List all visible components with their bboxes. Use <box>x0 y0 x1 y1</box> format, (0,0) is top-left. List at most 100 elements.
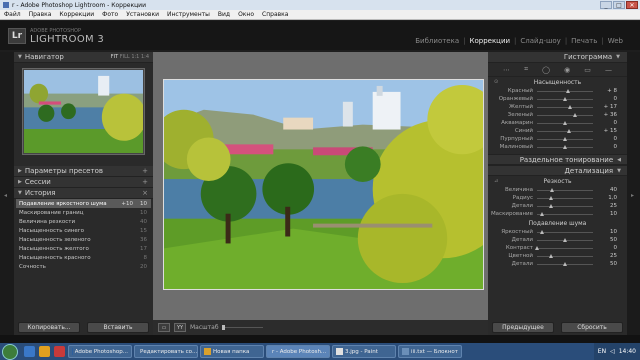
slider-value[interactable]: 0 <box>614 120 618 126</box>
previous-button[interactable]: Предыдущее <box>492 322 554 333</box>
slider-row[interactable]: Синий + 15 <box>488 127 627 135</box>
slider-row[interactable]: Контраст 0 <box>488 244 627 252</box>
slider-knob[interactable] <box>562 136 567 141</box>
slider-row[interactable]: Детали 25 <box>488 202 627 210</box>
module-web[interactable]: Web <box>605 37 626 45</box>
history-item[interactable]: Насыщенность красного 8 <box>16 253 151 262</box>
menu-edit[interactable]: Правка <box>25 11 56 18</box>
taskbar-task[interactable]: 3.jpg - Paint <box>332 345 396 358</box>
right-panel-edge[interactable]: ▸ <box>627 52 640 335</box>
slider-track[interactable] <box>537 237 593 242</box>
presets-header[interactable]: ▶ Параметры пресетов + <box>14 166 153 177</box>
close-button[interactable]: ✕ <box>626 1 638 9</box>
slider-row[interactable]: Маскирование 10 <box>488 210 627 218</box>
slider-knob[interactable] <box>562 144 567 149</box>
history-item[interactable]: Сочность 20 <box>16 262 151 271</box>
slider-row[interactable]: Цветной 25 <box>488 252 627 260</box>
slider-value[interactable]: 50 <box>610 237 617 243</box>
slider-track[interactable] <box>537 128 593 133</box>
menu-photo[interactable]: Фото <box>98 11 122 18</box>
slider-track[interactable] <box>534 245 593 250</box>
minimize-button[interactable]: _ <box>600 1 612 9</box>
slider-row[interactable]: Оранжевый 0 <box>488 95 627 103</box>
slider-value[interactable]: 0 <box>614 96 618 102</box>
collapse-right-icon[interactable]: ▸ <box>631 192 634 199</box>
slider-knob[interactable] <box>549 187 554 192</box>
slider-knob[interactable] <box>572 112 577 117</box>
reset-button[interactable]: Сбросить <box>561 322 623 333</box>
spot-removal-icon[interactable]: ◯ <box>542 66 550 74</box>
slider-knob[interactable] <box>562 120 567 125</box>
navigator-header[interactable]: ▼ Навигатор FIT FILL 1:1 1:4 <box>14 52 153 63</box>
media-icon[interactable] <box>54 346 65 357</box>
zoom-fit[interactable]: FIT <box>111 54 118 60</box>
split-toning-header[interactable]: Раздельное тонирование ◀ <box>488 154 627 165</box>
zoom-1-4[interactable]: 1:4 <box>141 54 149 60</box>
module-print[interactable]: Печать <box>568 37 600 45</box>
slider-value[interactable]: + 15 <box>604 128 617 134</box>
slider-value[interactable]: 25 <box>610 253 617 259</box>
menu-file[interactable]: Файл <box>0 11 25 18</box>
slider-track[interactable] <box>537 120 593 125</box>
slider-knob[interactable] <box>548 203 553 208</box>
slider-knob[interactable] <box>540 229 545 234</box>
slider-row[interactable]: Малиновый 0 <box>488 143 627 151</box>
slider-track[interactable] <box>537 203 593 208</box>
navigator-preview[interactable] <box>22 68 147 155</box>
slider-value[interactable]: 40 <box>610 187 617 193</box>
slider-row[interactable]: Желтый + 17 <box>488 103 627 111</box>
slider-row[interactable]: Величина 40 <box>488 186 627 194</box>
slider-track[interactable] <box>537 253 593 258</box>
slider-value[interactable]: + 8 <box>607 88 617 94</box>
taskbar-task[interactable]: Редактировать со... <box>134 345 198 358</box>
left-panel-edge[interactable]: ◂ <box>0 52 14 335</box>
history-item[interactable]: Насыщенность желтого 17 <box>16 244 151 253</box>
slider-row[interactable]: Детали 50 <box>488 236 627 244</box>
history-item[interactable]: Подавление яркостного шума +10 10 <box>16 199 151 208</box>
language-indicator[interactable]: EN <box>598 348 606 355</box>
redeye-icon[interactable]: ◉ <box>564 66 570 74</box>
folder-icon[interactable] <box>39 346 50 357</box>
add-preset-icon[interactable]: + <box>142 167 148 175</box>
menu-settings[interactable]: Установки <box>122 11 163 18</box>
graduated-filter-icon[interactable]: ▭ <box>584 66 591 74</box>
slider-track[interactable] <box>537 187 593 192</box>
loupe-view-icon[interactable]: ▭ <box>158 323 170 332</box>
module-slideshow[interactable]: Слайд-шоу <box>517 37 563 45</box>
slider-knob[interactable] <box>548 195 553 200</box>
module-develop[interactable]: Коррекции <box>467 37 514 45</box>
slider-row[interactable]: Пурпурный 0 <box>488 135 627 143</box>
slider-knob[interactable] <box>540 211 545 216</box>
slider-track[interactable] <box>537 195 593 200</box>
slider-track[interactable] <box>537 88 593 93</box>
sessions-header[interactable]: ▶ Сессии + <box>14 177 153 188</box>
slider-value[interactable]: + 17 <box>604 104 617 110</box>
menu-tools[interactable]: Инструменты <box>163 11 214 18</box>
history-item[interactable]: Маскирование границ 10 <box>16 208 151 217</box>
slider-value[interactable]: + 36 <box>604 112 617 118</box>
history-item[interactable]: Насыщенность зеленого 36 <box>16 235 151 244</box>
paste-settings-button[interactable]: Вставить <box>87 322 149 333</box>
clear-history-icon[interactable]: × <box>142 189 148 197</box>
slider-knob[interactable] <box>562 96 567 101</box>
slider-track[interactable] <box>537 229 593 234</box>
slider-row[interactable]: Яркостный 10 <box>488 228 627 236</box>
slider-row[interactable]: Красный + 8 <box>488 87 627 95</box>
slider-track[interactable] <box>537 144 593 149</box>
menu-view[interactable]: Вид <box>214 11 234 18</box>
zoom-1-1[interactable]: 1:1 <box>131 54 139 60</box>
history-header[interactable]: ▼ История × <box>14 188 153 199</box>
zoom-fill[interactable]: FILL <box>120 54 130 60</box>
slider-row[interactable]: Зеленый + 36 <box>488 111 627 119</box>
slider-value[interactable]: 10 <box>610 229 617 235</box>
histogram-header[interactable]: Гистограмма ▼ <box>488 52 627 63</box>
adjustment-brush-icon[interactable]: — <box>605 66 612 74</box>
copy-settings-button[interactable]: Копировать... <box>18 322 80 333</box>
slider-knob[interactable] <box>562 261 567 266</box>
slider-row[interactable]: Радиус 1,0 <box>488 194 627 202</box>
menu-help[interactable]: Справка <box>258 11 292 18</box>
slider-track[interactable] <box>537 211 593 216</box>
slider-value[interactable]: 25 <box>610 203 617 209</box>
history-item[interactable]: Величина резкости 40 <box>16 217 151 226</box>
slider-track[interactable] <box>537 96 593 101</box>
